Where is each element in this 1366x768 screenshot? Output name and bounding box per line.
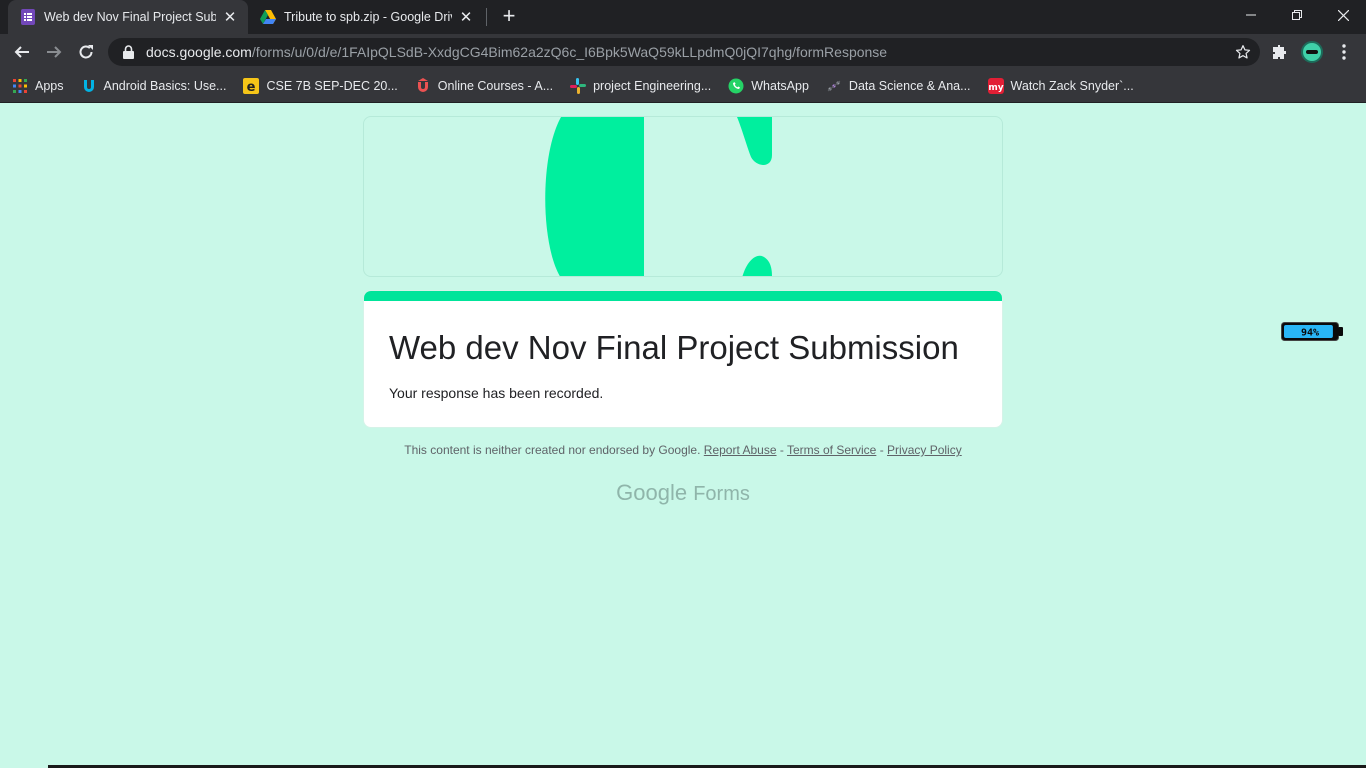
address-bar[interactable]: docs.google.com/forms/u/0/d/e/1FAIpQLSdB… xyxy=(108,38,1260,66)
data-science-icon xyxy=(826,78,842,94)
tab-title: Web dev Nov Final Project Subm xyxy=(44,10,216,24)
url-text: docs.google.com/forms/u/0/d/e/1FAIpQLSdB… xyxy=(146,44,887,60)
bookmark-android-basics[interactable]: Android Basics: Use... xyxy=(81,78,227,94)
bookmark-star-icon[interactable] xyxy=(1234,43,1252,61)
menu-button[interactable] xyxy=(1330,38,1358,66)
svg-text:my: my xyxy=(988,83,1003,93)
edmodo-icon: e xyxy=(243,78,260,94)
bookmark-label: Android Basics: Use... xyxy=(103,79,227,93)
report-abuse-link[interactable]: Report Abuse xyxy=(704,443,777,457)
apps-grid-icon xyxy=(12,78,28,94)
bookmark-whatsapp[interactable]: WhatsApp xyxy=(728,78,809,94)
url-path: /forms/u/0/d/e/1FAIpQLSdB-XxdgCG4Bim62a2… xyxy=(251,44,888,60)
bookmark-data-science[interactable]: Data Science & Ana... xyxy=(826,78,971,94)
confirmation-card: Web dev Nov Final Project Submission You… xyxy=(363,290,1003,428)
profile-button[interactable] xyxy=(1298,38,1326,66)
bookmark-cse-7b[interactable]: e CSE 7B SEP-DEC 20... xyxy=(243,78,398,94)
bookmark-apps[interactable]: Apps xyxy=(12,78,64,94)
bookmark-project-engineering[interactable]: project Engineering... xyxy=(570,78,711,94)
forward-button[interactable] xyxy=(40,38,68,66)
restore-button[interactable] xyxy=(1274,0,1320,30)
bookmark-label: Data Science & Ana... xyxy=(848,79,971,93)
back-arrow-icon xyxy=(14,46,29,58)
google-forms-logo[interactable]: Google Forms xyxy=(363,480,1003,506)
header-graphic xyxy=(545,117,772,276)
my-icon: my xyxy=(987,78,1004,94)
udemy-icon xyxy=(415,78,431,94)
tab-google-drive[interactable]: Tribute to spb.zip - Google Drive ✕ xyxy=(248,0,484,34)
form-accent-bar xyxy=(364,291,1002,301)
bookmark-label: Online Courses - A... xyxy=(437,79,554,93)
slack-icon xyxy=(570,78,587,94)
bookmark-watch-zack-snyder[interactable]: my Watch Zack Snyder`... xyxy=(987,78,1134,94)
form-header-image xyxy=(363,116,1003,277)
terms-of-service-link[interactable]: Terms of Service xyxy=(787,443,876,457)
new-tab-button[interactable]: + xyxy=(498,5,520,28)
bookmark-label: project Engineering... xyxy=(593,79,712,93)
kebab-menu-icon xyxy=(1342,44,1346,60)
close-tab-icon[interactable]: ✕ xyxy=(458,9,474,26)
close-tab-icon[interactable]: ✕ xyxy=(222,9,238,26)
avatar xyxy=(1301,41,1323,63)
browser-toolbar: docs.google.com/forms/u/0/d/e/1FAIpQLSdB… xyxy=(0,34,1366,70)
battery-icon: 94% xyxy=(1281,322,1343,341)
udacity-icon xyxy=(81,78,97,94)
footer-separator: - xyxy=(779,443,784,457)
bookmark-label: CSE 7B SEP-DEC 20... xyxy=(266,79,398,93)
bookmark-label: Apps xyxy=(35,79,64,93)
google-forms-icon xyxy=(20,9,36,25)
restore-icon xyxy=(1292,10,1302,20)
bookmark-label: Watch Zack Snyder`... xyxy=(1010,79,1134,93)
close-icon xyxy=(1337,9,1349,21)
url-host: docs.google.com xyxy=(146,44,252,60)
battery-widget: 94% xyxy=(1281,322,1343,341)
battery-percent-label: 94% xyxy=(1301,328,1319,339)
minimize-button[interactable] xyxy=(1228,0,1274,30)
back-button[interactable] xyxy=(8,38,36,66)
form-title: Web dev Nov Final Project Submission xyxy=(389,329,959,366)
puzzle-icon xyxy=(1273,45,1286,59)
lock-icon[interactable] xyxy=(120,44,136,60)
disclaimer-text: This content is neither created nor endo… xyxy=(404,443,701,457)
whatsapp-icon xyxy=(728,78,744,94)
google-drive-icon xyxy=(260,9,276,25)
bookmark-online-courses[interactable]: Online Courses - A... xyxy=(415,78,553,94)
tab-separator xyxy=(486,8,487,26)
tab-active-form[interactable]: Web dev Nov Final Project Subm ✕ xyxy=(8,0,248,34)
logo-google-text: Google xyxy=(616,480,688,505)
reload-button[interactable] xyxy=(72,38,100,66)
forward-arrow-icon xyxy=(47,46,62,58)
reload-icon xyxy=(79,45,93,59)
logo-forms-text: Forms xyxy=(693,483,750,505)
svg-text:e: e xyxy=(247,80,256,94)
bookmark-label: WhatsApp xyxy=(751,79,809,93)
privacy-policy-link[interactable]: Privacy Policy xyxy=(887,443,962,457)
tab-title: Tribute to spb.zip - Google Drive xyxy=(284,10,452,24)
bookmarks-bar: Apps Android Basics: Use... e CSE 7B SEP… xyxy=(0,70,1366,103)
tab-strip: Web dev Nov Final Project Subm ✕ Tribute… xyxy=(0,0,1366,34)
minimize-icon xyxy=(1246,14,1256,16)
confirmation-message: Your response has been recorded. xyxy=(389,385,604,401)
page-footer: This content is neither created nor endo… xyxy=(363,443,1003,457)
close-window-button[interactable] xyxy=(1320,0,1366,30)
footer-separator: - xyxy=(879,443,884,457)
extensions-button[interactable] xyxy=(1266,38,1294,66)
